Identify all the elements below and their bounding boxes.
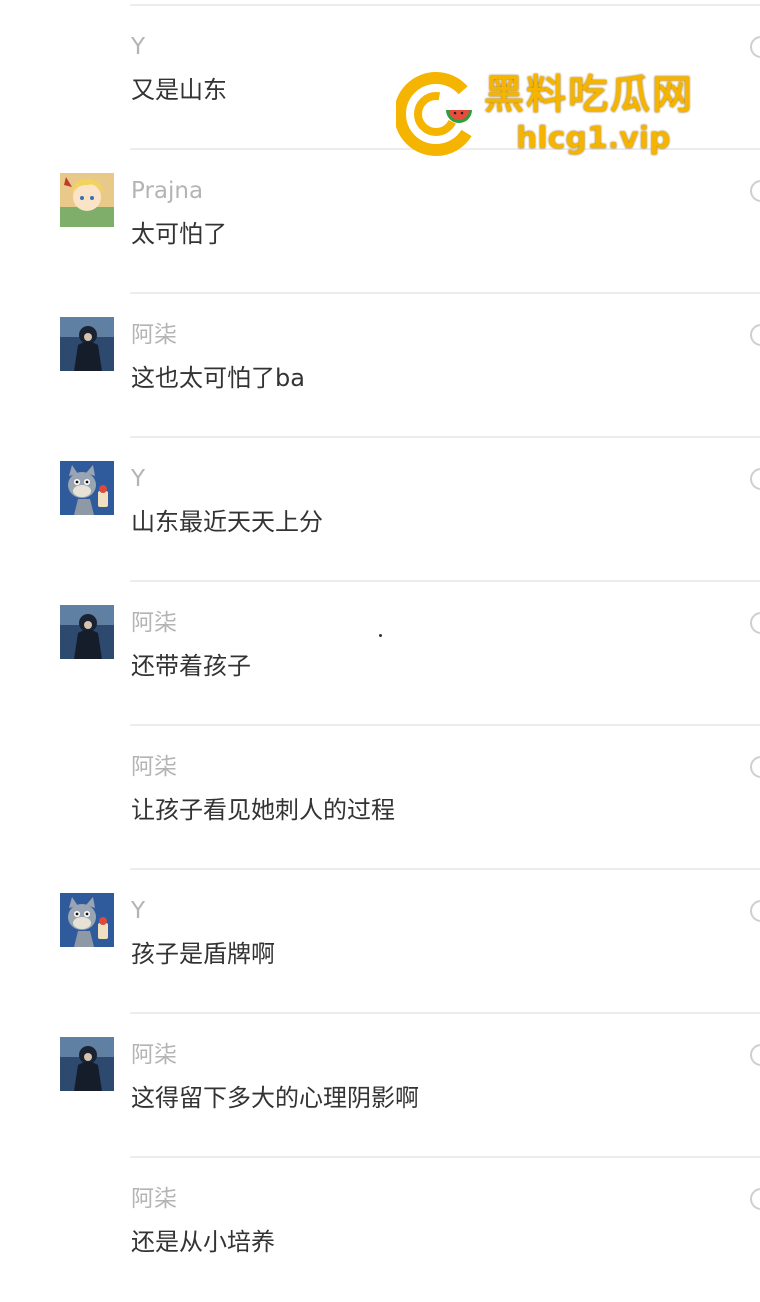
watermelon-logo-icon [396, 72, 478, 156]
cartoon-cat-avatar-icon [60, 461, 114, 515]
comment-item: Prajna 太可怕了 [0, 150, 760, 294]
comment-item: 阿柒 还是从小培养 [0, 1158, 760, 1302]
reply-icon[interactable] [750, 468, 760, 490]
reply-icon[interactable] [750, 36, 760, 58]
dark-figure-avatar-icon [60, 1037, 114, 1091]
avatar[interactable] [60, 893, 114, 947]
cartoon-cat-avatar-icon [60, 893, 114, 947]
reply-icon[interactable] [750, 612, 760, 634]
comment-text: 太可怕了 [131, 220, 227, 248]
avatar[interactable] [60, 461, 114, 515]
comment-username[interactable]: 阿柒 [131, 320, 177, 350]
stray-dot [379, 634, 382, 637]
comment-username[interactable]: 阿柒 [131, 608, 177, 638]
comment-text: 还是从小培养 [131, 1228, 275, 1256]
watermark-url: hlcg1.vip [516, 121, 671, 156]
comment-item: Y 山东最近天天上分 [0, 438, 760, 582]
comment-text: 这得留下多大的心理阴影啊 [131, 1084, 419, 1112]
dark-figure-avatar-icon [60, 605, 114, 659]
comment-item: 阿柒 这也太可怕了ba [0, 294, 760, 438]
reply-icon[interactable] [750, 324, 760, 346]
comment-text: 这也太可怕了ba [131, 364, 305, 392]
watermark: 黑料吃瓜网 hlcg1.vip [396, 70, 716, 160]
reply-icon[interactable] [750, 1188, 760, 1210]
avatar[interactable] [60, 605, 114, 659]
comment-text: 还带着孩子 [131, 652, 251, 680]
reply-icon[interactable] [750, 756, 760, 778]
reply-icon[interactable] [750, 180, 760, 202]
comment-text: 山东最近天天上分 [131, 508, 323, 536]
comment-text: 让孩子看见她刺人的过程 [131, 796, 395, 824]
comment-item: Y 孩子是盾牌啊 [0, 870, 760, 1014]
comment-username[interactable]: 阿柒 [131, 752, 177, 782]
dark-figure-avatar-icon [60, 317, 114, 371]
comment-item: 阿柒 这得留下多大的心理阴影啊 [0, 1014, 760, 1158]
watermark-title: 黑料吃瓜网 [484, 72, 694, 118]
comment-username[interactable]: Y [131, 896, 145, 926]
reply-icon[interactable] [750, 900, 760, 922]
reply-icon[interactable] [750, 1044, 760, 1066]
comment-username[interactable]: 阿柒 [131, 1184, 177, 1214]
comment-username[interactable]: Y [131, 32, 145, 62]
avatar[interactable] [60, 1037, 114, 1091]
comment-item: 阿柒 让孩子看见她刺人的过程 [0, 726, 760, 870]
comment-text: 孩子是盾牌啊 [131, 940, 275, 968]
anime-girl-avatar-icon [60, 173, 114, 227]
comment-username[interactable]: 阿柒 [131, 1040, 177, 1070]
comment-list: Y 又是山东 Prajna 太可怕了 阿柒 这也太可怕了ba Y 山东最近天天上… [0, 6, 760, 1302]
avatar[interactable] [60, 173, 114, 227]
comment-username[interactable]: Prajna [131, 176, 203, 206]
comment-item: 阿柒 还带着孩子 [0, 582, 760, 726]
comment-username[interactable]: Y [131, 464, 145, 494]
avatar[interactable] [60, 317, 114, 371]
comment-text: 又是山东 [131, 76, 227, 104]
